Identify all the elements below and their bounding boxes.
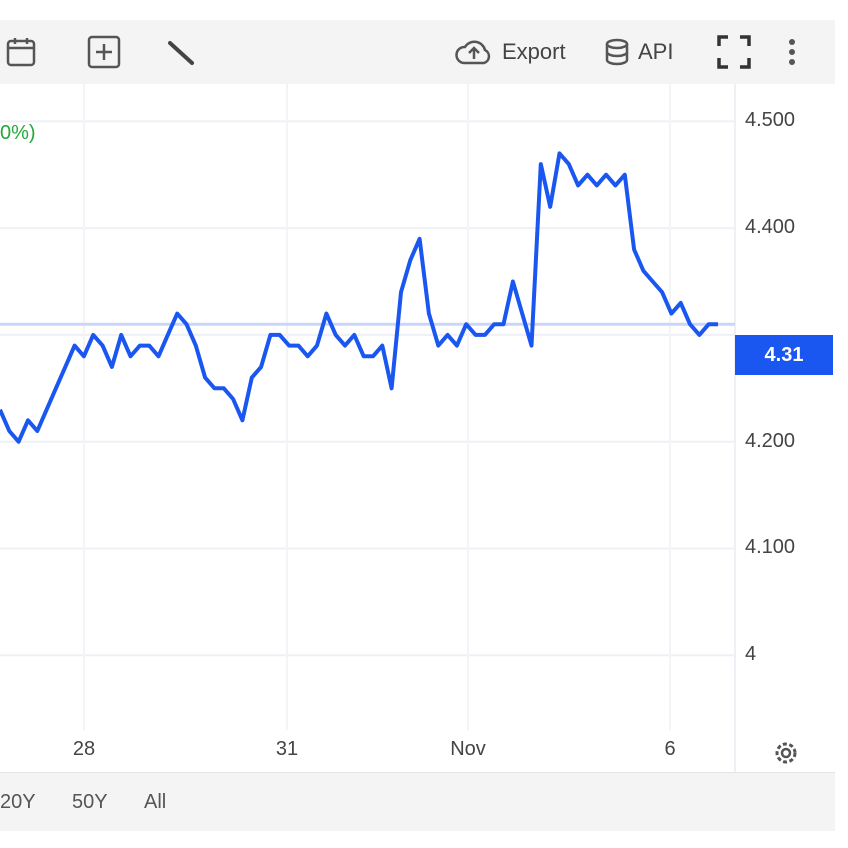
last-price-badge: 4.31 <box>735 335 833 375</box>
y-tick-label: 4.400 <box>745 216 796 239</box>
y-tick-label: 4 <box>745 643 757 666</box>
y-tick-label: 4.200 <box>745 429 796 452</box>
range-selector: 20Y 50Y All <box>0 772 835 831</box>
price-chart[interactable] <box>0 0 848 848</box>
gear-icon[interactable] <box>771 738 801 773</box>
y-tick-label: 4.500 <box>745 109 796 132</box>
x-tick-label: Nov <box>450 738 486 760</box>
x-tick-label: 6 <box>664 738 676 760</box>
range-button-all[interactable]: All <box>144 791 166 814</box>
range-button-20y[interactable]: 20Y <box>0 791 36 814</box>
x-tick-label: 31 <box>275 738 299 760</box>
y-tick-label: 4.100 <box>745 536 796 559</box>
range-button-50y[interactable]: 50Y <box>72 791 108 814</box>
series-line <box>0 151 718 444</box>
x-tick-label: 28 <box>72 738 96 760</box>
change-percent: 0%) <box>0 122 36 144</box>
